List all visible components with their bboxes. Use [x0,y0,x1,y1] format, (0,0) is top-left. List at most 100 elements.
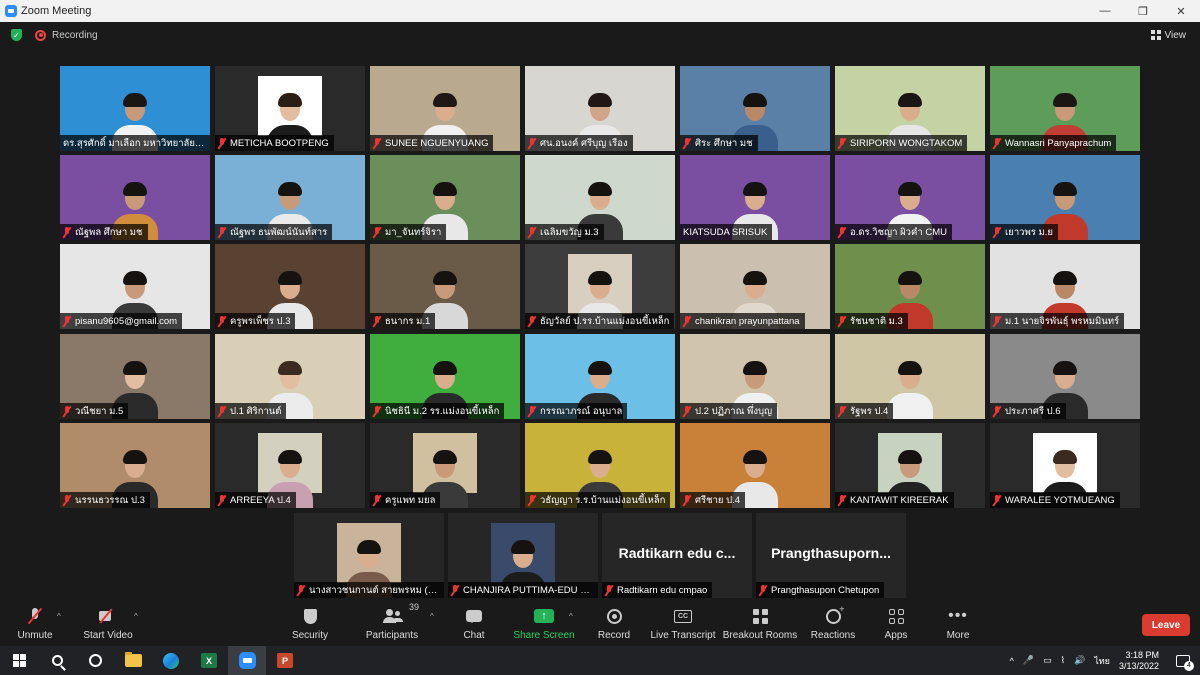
breakout-rooms-label: Breakout Rooms [722,630,798,641]
participant-tile[interactable]: Wannasri Panyaprachum [990,66,1140,151]
participant-tile[interactable]: SUNEE NGUENYUANG [370,66,520,151]
participants-label: Participants [365,630,419,641]
participants-caret-icon[interactable]: ^ [430,612,434,621]
share-options-caret-icon[interactable]: ^ [569,612,573,621]
recording-label[interactable]: Recording [52,30,98,41]
participant-name: ม.1 นายจิรพันธุ์ พรหมมินทร์ [1005,315,1120,327]
participant-tile[interactable]: Prangthasuporn... Prangthasupon Chetupon [756,513,906,598]
participant-tile[interactable]: ป.1 ศิริกานต์ [215,334,365,419]
minimize-button[interactable]: — [1086,0,1124,22]
leave-button[interactable]: Leave [1142,614,1190,636]
apps-button[interactable]: Apps [861,606,931,641]
smiley-plus-icon [825,604,845,624]
participant-tile[interactable]: อ.ดร.วิชญา ผิวคำ CMU [835,155,985,240]
participant-tile[interactable]: รัฐพร ป.4 [835,334,985,419]
participant-tile[interactable]: ประภาศรี ป.6 [990,334,1140,419]
participant-tile[interactable]: รัชนชาติ ม.3 [835,244,985,329]
participant-tile[interactable]: กรรณาภรณ์ อนุบาล [525,334,675,419]
clock-date: 3/13/2022 [1118,660,1159,671]
participant-tile[interactable]: ณัฐพร ธนพัฒน์นันท์สาร [215,155,365,240]
participant-name: SUNEE NGUENYUANG [385,137,489,149]
security-button[interactable]: Security [275,606,345,641]
powerpoint-button[interactable]: P [266,646,304,675]
maximize-button[interactable]: ❐ [1124,0,1162,22]
participant-tile[interactable]: ศิระ ศึกษา มช [680,66,830,151]
encryption-shield-icon[interactable]: ✓ [11,29,22,41]
mic-muted-icon [528,405,536,417]
mic-muted-icon [63,226,71,238]
search-icon [51,655,63,666]
mic-muted-icon [683,315,691,327]
volume-icon[interactable]: 🔊 [1074,655,1085,666]
view-button[interactable]: View [1150,30,1186,41]
live-transcript-button[interactable]: CC Live Transcript [648,606,718,641]
participant-tile[interactable]: วณีชยา ม.5 [60,334,210,419]
microphone-tray-icon[interactable]: 🎤 [1023,655,1034,666]
chat-button[interactable]: Chat [439,606,509,641]
video-options-caret-icon[interactable]: ^ [134,612,138,621]
notifications-icon[interactable]: 4 [1176,654,1194,671]
record-button[interactable]: Record [579,606,649,641]
breakout-rooms-button[interactable]: Breakout Rooms [722,606,798,641]
participant-name-bar: เฉลิมขวัญ ม.3 [525,224,604,240]
participant-name-bar: วณีชยา ม.5 [60,403,129,419]
participant-name-bar: SIRIPORN WONGTAKOM [835,135,968,151]
participant-name: SIRIPORN WONGTAKOM [850,137,963,149]
participant-tile[interactable]: pisanu9605@gmail.com [60,244,210,329]
participant-name: ศน.อนงค์ ศรีบุญ เรือง [540,137,628,149]
apps-label: Apps [884,630,908,641]
wifi-icon[interactable]: ⌇ [1061,655,1065,666]
mic-muted-icon [451,584,459,596]
participant-name-bar: ป.2 ปฏิภาณ พึ่งบุญ [680,403,778,419]
show-hidden-icons-icon[interactable]: ^ [1010,656,1014,666]
excel-button[interactable]: X [190,646,228,675]
participant-tile[interactable]: KIATSUDA SRISUK [680,155,830,240]
search-button[interactable] [38,646,76,675]
participant-tile[interactable]: ดร.สุรศักดิ์ มาเลือก มหาวิทยาลัยเชีย... [60,66,210,151]
participant-tile[interactable]: SIRIPORN WONGTAKOM [835,66,985,151]
participant-tile[interactable]: ศรีชาย ป.4 [680,423,830,508]
start-button[interactable] [0,646,38,675]
participant-tile[interactable]: นิชธินี ม.2 รร.แม่งอนขี้เหล็ก [370,334,520,419]
file-explorer-button[interactable] [114,646,152,675]
participant-tile[interactable]: Radtikarn edu c... Radtikarn edu cmpao [602,513,752,598]
participant-tile[interactable]: เยาวพร ม.ย [990,155,1140,240]
participant-tile[interactable]: ครูพรเพ็ชร ป.3 [215,244,365,329]
zoom-taskbar-button[interactable] [228,646,266,675]
clock[interactable]: 3:18 PM 3/13/2022 [1119,650,1159,672]
participant-tile[interactable]: chanikran prayunpattana [680,244,830,329]
participant-tile[interactable]: METICHA BOOTPENG [215,66,365,151]
participant-name-bar: ดร.สุรศักดิ์ มาเลือก มหาวิทยาลัยเชีย... [60,135,210,151]
participant-tile[interactable]: ป.2 ปฏิภาณ พึ่งบุญ [680,334,830,419]
participant-tile[interactable]: WARALEE YOTMUEANG [990,423,1140,508]
participant-tile[interactable]: ม.1 นายจิรพันธุ์ พรหมมินทร์ [990,244,1140,329]
edge-button[interactable] [152,646,190,675]
task-view-button[interactable] [76,646,114,675]
participant-tile[interactable]: ณัฐพล ศึกษา มช [60,155,210,240]
participant-tile[interactable]: นางสาวชนกานต์ สายพรหม (ม.2) [294,513,444,598]
participant-tile[interactable]: ธนากร ม.1 [370,244,520,329]
participant-tile[interactable]: นรรนธวรรณ ป.3 [60,423,210,508]
start-video-button[interactable]: Start Video [73,606,143,641]
participant-tile[interactable]: KANTAWIT KIREERAK [835,423,985,508]
participant-name: รัชนชาติ ม.3 [850,315,903,327]
close-button[interactable]: ✕ [1162,0,1200,22]
participant-tile[interactable]: ครูแพท มยล [370,423,520,508]
participant-tile[interactable]: วธัญญา ร.ร.บ้านแม่งอนขี้เหล็ก [525,423,675,508]
participants-button[interactable]: 39 Participants [357,602,427,641]
battery-icon[interactable]: ▭ [1043,655,1052,666]
participant-name-bar: ธัญวัลย์ ป.รร.บ้านแม่งอนขี้เหล็ก [525,313,675,329]
participant-video [887,359,933,419]
participant-tile[interactable]: CHANJIRA PUTTIMA-EDU C... [448,513,598,598]
participant-tile[interactable]: มา_จันทร์จิรา [370,155,520,240]
participant-tile[interactable]: เฉลิมขวัญ ม.3 [525,155,675,240]
input-language[interactable]: ไทย [1094,654,1110,668]
more-button[interactable]: ••• More [923,606,993,642]
audio-options-caret-icon[interactable]: ^ [57,612,61,621]
mic-muted-icon [218,137,226,149]
reactions-button[interactable]: Reactions [798,604,868,642]
participant-tile[interactable]: ธัญวัลย์ ป.รร.บ้านแม่งอนขี้เหล็ก [525,244,675,329]
participant-tile[interactable]: ARREEYA ป.4 [215,423,365,508]
participant-tile[interactable]: ศน.อนงค์ ศรีบุญ เรือง [525,66,675,151]
mic-muted-icon [683,494,691,506]
